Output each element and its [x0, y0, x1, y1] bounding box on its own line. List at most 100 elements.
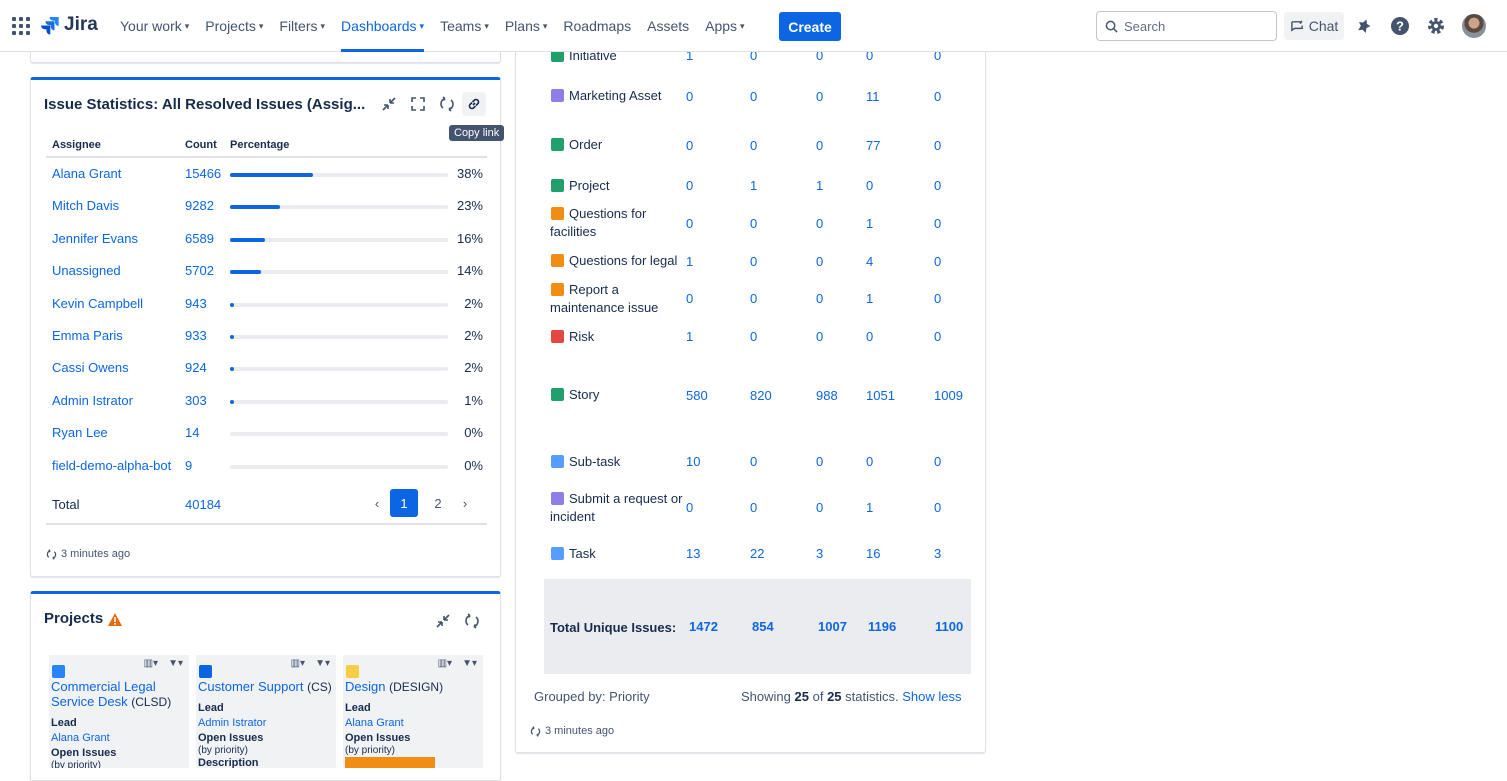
issue-type-count[interactable]: 0	[816, 454, 823, 469]
assignee-count[interactable]: 924	[185, 360, 207, 375]
issue-type-count[interactable]: 0	[934, 454, 941, 469]
next-page-chevron-icon[interactable]: ›	[458, 489, 472, 517]
lead-name[interactable]: Alana Grant	[51, 732, 110, 744]
assignee-count[interactable]: 943	[185, 296, 207, 311]
issue-type-count[interactable]: 1009	[934, 388, 963, 403]
copy-link-icon[interactable]	[462, 92, 486, 116]
assignee-count[interactable]: 5702	[185, 263, 214, 278]
issue-type-count[interactable]: 1	[816, 178, 823, 193]
total-unique-value[interactable]: 1472	[689, 619, 718, 634]
minimize-icon[interactable]	[377, 92, 401, 116]
filter-icon[interactable]: ▼▾	[462, 658, 477, 669]
nav-item-dashboards[interactable]: Dashboards ▾	[333, 0, 432, 52]
issue-type-count[interactable]: 0	[750, 500, 757, 515]
notifications-icon[interactable]	[1354, 16, 1374, 36]
issue-type-count[interactable]: 0	[934, 178, 941, 193]
filter-icon[interactable]: ▼▾	[315, 658, 330, 669]
issue-type-count[interactable]: 10	[686, 454, 700, 469]
settings-gear-icon[interactable]	[1426, 16, 1446, 36]
chart-icon[interactable]: ▥▾	[144, 658, 158, 669]
assignee-count[interactable]: 14	[185, 425, 199, 440]
create-button[interactable]: Create	[779, 12, 841, 41]
issue-type-count[interactable]: 0	[816, 216, 823, 231]
nav-item-plans[interactable]: Plans ▾	[497, 0, 556, 52]
chart-icon[interactable]: ▥▾	[291, 658, 305, 669]
issue-type-count[interactable]: 0	[816, 329, 823, 344]
issue-type-count[interactable]: 13	[686, 546, 700, 561]
search-input[interactable]: Search	[1096, 11, 1277, 41]
issue-type-count[interactable]: 1	[866, 291, 873, 306]
issue-type-count[interactable]: 0	[686, 138, 693, 153]
issue-type-count[interactable]: 0	[686, 500, 693, 515]
project-name[interactable]: Customer Support (CS)	[198, 679, 333, 695]
assignee-name[interactable]: Emma Paris	[52, 328, 123, 343]
issue-type-count[interactable]: 0	[750, 291, 757, 306]
assignee-name[interactable]: Admin Istrator	[52, 393, 133, 408]
nav-item-filters[interactable]: Filters ▾	[271, 0, 333, 52]
issue-type-count[interactable]: 3	[934, 546, 941, 561]
assignee-name[interactable]: Kevin Campbell	[52, 296, 143, 311]
issue-type-count[interactable]: 0	[816, 500, 823, 515]
issue-type-count[interactable]: 1051	[866, 388, 895, 403]
assignee-count[interactable]: 9	[185, 458, 192, 473]
nav-item-your-work[interactable]: Your work ▾	[112, 0, 197, 52]
assignee-count[interactable]: 15466	[185, 166, 221, 181]
issue-type-count[interactable]: 0	[750, 329, 757, 344]
issue-type-count[interactable]: 3	[816, 546, 823, 561]
nav-item-assets[interactable]: Assets	[639, 0, 697, 52]
issue-type-count[interactable]: 580	[686, 388, 708, 403]
issue-type-count[interactable]: 0	[750, 216, 757, 231]
issue-type-count[interactable]: 11	[866, 89, 880, 104]
issue-type-count[interactable]: 77	[866, 138, 880, 153]
total-unique-value[interactable]: 1100	[935, 619, 963, 634]
issue-type-count[interactable]: 0	[816, 89, 823, 104]
issue-type-count[interactable]: 22	[750, 546, 764, 561]
nav-item-apps[interactable]: Apps ▾	[697, 0, 752, 52]
issue-type-count[interactable]: 0	[934, 138, 941, 153]
page-1-button[interactable]: 1	[390, 489, 418, 517]
lead-name[interactable]: Alana Grant	[345, 717, 404, 729]
filter-icon[interactable]: ▼▾	[168, 658, 183, 669]
issue-type-count[interactable]: 1	[866, 500, 873, 515]
jira-logo[interactable]: Jira	[40, 14, 98, 36]
issue-type-count[interactable]: 4	[866, 254, 873, 269]
project-name[interactable]: Commercial Legal Service Desk (CLSD)	[51, 679, 186, 710]
assignee-name[interactable]: Ryan Lee	[52, 425, 108, 440]
nav-item-teams[interactable]: Teams ▾	[432, 0, 497, 52]
fullscreen-icon[interactable]	[406, 92, 430, 116]
issue-type-count[interactable]: 0	[934, 254, 941, 269]
issue-type-count[interactable]: 0	[750, 89, 757, 104]
refresh-icon[interactable]	[435, 92, 459, 116]
nav-item-projects[interactable]: Projects ▾	[197, 0, 271, 52]
assignee-name[interactable]: Cassi Owens	[52, 360, 129, 375]
projects-minimize-icon[interactable]	[431, 609, 455, 633]
assignee-name[interactable]: Mitch Davis	[52, 198, 119, 213]
assignee-count[interactable]: 9282	[185, 198, 214, 213]
issue-type-count[interactable]: 0	[866, 329, 873, 344]
issue-type-count[interactable]: 0	[816, 138, 823, 153]
assignee-name[interactable]: field-demo-alpha-bot	[52, 458, 171, 473]
issue-type-count[interactable]: 0	[934, 216, 941, 231]
total-unique-value[interactable]: 1007	[818, 619, 847, 634]
column-header-count[interactable]: Count	[185, 139, 217, 151]
chat-button[interactable]: Chat	[1284, 12, 1344, 40]
user-avatar[interactable]	[1462, 14, 1486, 38]
issue-type-count[interactable]: 1	[686, 254, 693, 269]
issue-type-count[interactable]: 0	[750, 138, 757, 153]
warning-icon[interactable]	[107, 612, 123, 627]
total-count[interactable]: 40184	[185, 497, 221, 512]
page-2-button[interactable]: 2	[424, 489, 452, 517]
issue-type-count[interactable]: 0	[686, 216, 693, 231]
chart-icon[interactable]: ▥▾	[438, 658, 452, 669]
issue-type-count[interactable]: 0	[686, 291, 693, 306]
issue-type-count[interactable]: 820	[750, 388, 772, 403]
assignee-count[interactable]: 6589	[185, 231, 214, 246]
project-name[interactable]: Design (DESIGN)	[345, 679, 480, 695]
issue-type-count[interactable]: 1	[750, 178, 757, 193]
help-icon[interactable]: ?	[1390, 16, 1410, 36]
assignee-name[interactable]: Jennifer Evans	[52, 231, 138, 246]
assignee-count[interactable]: 303	[185, 393, 207, 408]
previous-page-chevron-icon[interactable]: ‹	[370, 489, 384, 517]
lead-name[interactable]: Admin Istrator	[198, 717, 266, 729]
total-unique-value[interactable]: 854	[752, 619, 774, 634]
